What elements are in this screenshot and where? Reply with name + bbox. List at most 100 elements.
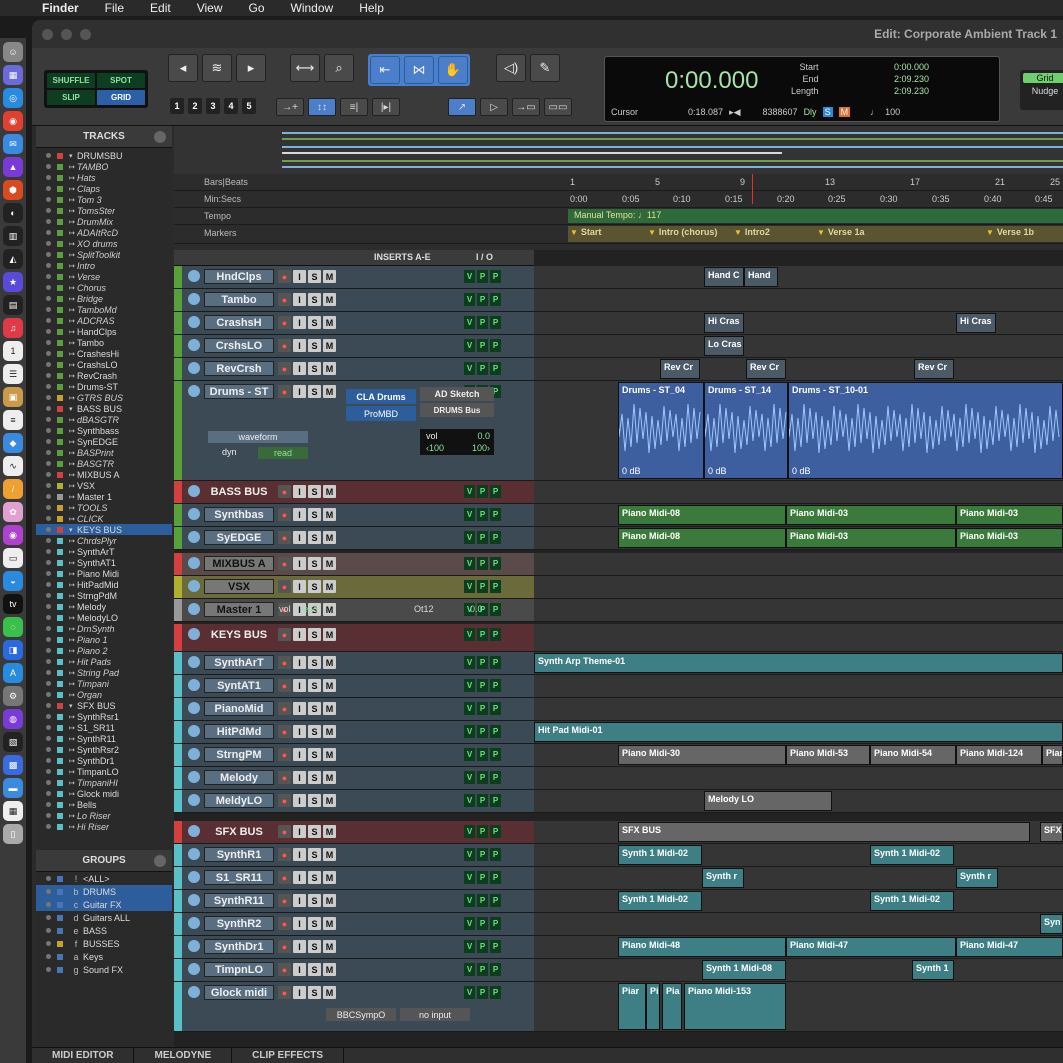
show-hide-dot[interactable]	[46, 153, 51, 158]
track-list-item[interactable]: ↦ ADAItRcD	[36, 227, 172, 238]
track-list-item[interactable]: ↦ Hit Pads	[36, 656, 172, 667]
track-header[interactable]: Drums - ST●ISMVPPCLA DrumsProMBDAD Sketc…	[174, 381, 534, 481]
zoom-out-icon[interactable]: ◂	[168, 54, 198, 82]
menu-edit[interactable]: Edit	[137, 1, 184, 15]
length-value[interactable]: 2:09.230	[873, 85, 929, 97]
track-header[interactable]: VSX ● I S M V P P	[174, 576, 534, 599]
track-name[interactable]: StrngPM	[204, 747, 274, 762]
clip[interactable]: Synth Arp Theme-01	[534, 653, 1063, 673]
calendar-icon[interactable]: 1	[3, 341, 23, 361]
input-monitor-button[interactable]: I	[293, 917, 306, 930]
track-name[interactable]: CrshsLO	[204, 338, 274, 353]
mute-button[interactable]: M	[323, 485, 336, 498]
group-active-dot[interactable]	[46, 954, 51, 959]
solo-button[interactable]: S	[308, 848, 321, 861]
link-track-icon[interactable]: ≡|	[340, 98, 368, 116]
app-icon[interactable]: ◨	[3, 640, 23, 660]
pan-right-value[interactable]: 100›	[472, 443, 490, 453]
show-hide-dot[interactable]	[46, 560, 51, 565]
track-lane[interactable]: Hand C Hand	[534, 266, 1063, 289]
zoom-value[interactable]: 100	[885, 107, 900, 117]
voice-indicator[interactable]: V	[464, 825, 475, 838]
track-list-item[interactable]: ↦ RevCrash	[36, 370, 172, 381]
track-name[interactable]: Tambo	[204, 292, 274, 307]
group-active-dot[interactable]	[46, 967, 51, 972]
solo-button[interactable]: S	[308, 986, 321, 999]
mute-button[interactable]: M	[323, 679, 336, 692]
trim-tool-icon[interactable]: ⇤	[370, 56, 400, 84]
app-icon[interactable]: ▤	[3, 295, 23, 315]
show-hide-dot[interactable]	[46, 252, 51, 257]
pan-indicator[interactable]: P	[490, 339, 501, 352]
vol-value[interactable]: 0.0	[477, 431, 490, 441]
track-name[interactable]: SynthR2	[204, 916, 274, 931]
clip-gain[interactable]: 0 dB	[622, 466, 641, 476]
track-lane[interactable]: SFX BUS SFX	[534, 821, 1063, 844]
track-lane[interactable]: Hit Pad Midi-01	[534, 721, 1063, 744]
clip[interactable]: Piar	[618, 983, 646, 1030]
clip[interactable]: Piano Midi-48	[618, 937, 786, 957]
track-header[interactable]: Glock midi ● I S M V P P BBCSympO no input	[174, 982, 534, 1032]
track-header[interactable]: SFX BUS ● I S M V P P	[174, 821, 534, 844]
track-lane[interactable]	[534, 289, 1063, 312]
clip[interactable]: Synth 1 Midi-02	[870, 845, 954, 865]
track-list-item[interactable]: ↦ Verse	[36, 271, 172, 282]
record-arm-button[interactable]: ●	[278, 339, 291, 352]
track-name[interactable]: Master 1	[204, 602, 274, 617]
track-lane[interactable]: Synth 1 Midi-08 Synth 1	[534, 959, 1063, 982]
input-monitor-button[interactable]: I	[293, 725, 306, 738]
pan-indicator[interactable]: P	[477, 748, 488, 761]
pan-indicator[interactable]: P	[477, 871, 488, 884]
track-lane[interactable]	[534, 698, 1063, 721]
input-monitor-button[interactable]: I	[293, 385, 306, 398]
clip[interactable]: Piano Midi-03	[956, 505, 1063, 525]
voice-indicator[interactable]: V	[464, 963, 475, 976]
mute-button[interactable]: M	[323, 316, 336, 329]
pan-indicator[interactable]: P	[477, 771, 488, 784]
solo-indicator[interactable]: S	[822, 107, 833, 117]
track-lane[interactable]: Synth r Synth r	[534, 867, 1063, 890]
zoom-preset-2[interactable]: 2	[188, 98, 202, 114]
record-arm-button[interactable]: ●	[278, 270, 291, 283]
insert-slot-a[interactable]: CLA Drums	[346, 389, 416, 404]
show-hide-dot[interactable]	[46, 472, 51, 477]
automation-follows-icon[interactable]: ↗	[448, 98, 476, 116]
track-lane[interactable]	[534, 675, 1063, 698]
track-header[interactable]: MeldyLO ● I S M V P P	[174, 790, 534, 813]
clip[interactable]: Synth 1 Midi-02	[618, 891, 702, 911]
clip[interactable]: Piano Midi-03	[786, 505, 956, 525]
track-list-item[interactable]: ↦ Piano 2	[36, 645, 172, 656]
marker-intro2[interactable]: Intro2	[734, 227, 770, 237]
show-hide-dot[interactable]	[46, 527, 51, 532]
show-hide-dot[interactable]	[46, 615, 51, 620]
show-hide-dot[interactable]	[46, 802, 51, 807]
show-hide-dot[interactable]	[46, 208, 51, 213]
mute-indicator[interactable]: M	[838, 107, 851, 117]
show-hide-dot[interactable]	[46, 384, 51, 389]
menu-go[interactable]: Go	[236, 1, 278, 15]
solo-button[interactable]: S	[308, 917, 321, 930]
tab-midi-editor[interactable]: MIDI EDITOR	[32, 1048, 135, 1063]
pan-indicator[interactable]: P	[490, 628, 501, 641]
start-value[interactable]: 0:00.000	[873, 61, 929, 73]
show-hide-dot[interactable]	[46, 648, 51, 653]
pan-indicator[interactable]: P	[477, 848, 488, 861]
track-name[interactable]: S1_SR11	[204, 870, 274, 885]
app-icon[interactable]: ▩	[3, 755, 23, 775]
track-name[interactable]: Drums - ST	[204, 384, 274, 399]
record-arm-button[interactable]: ●	[278, 385, 291, 398]
app-icon[interactable]: ▲	[3, 157, 23, 177]
finder-icon[interactable]: ☺	[3, 42, 23, 62]
input-monitor-button[interactable]: I	[293, 771, 306, 784]
track-list-item[interactable]: ↦ XO drums	[36, 238, 172, 249]
track-header[interactable]: SynthR2 ● I S M V P P	[174, 913, 534, 936]
app-icon[interactable]: ◒	[3, 571, 23, 591]
vol-value[interactable]: 0.0	[470, 604, 483, 614]
input-selector[interactable]: no input	[400, 1008, 470, 1021]
pan-left-value[interactable]: ‹100	[426, 443, 444, 453]
app-icon[interactable]: ▦	[3, 801, 23, 821]
menu-help[interactable]: Help	[346, 1, 397, 15]
track-name[interactable]: KEYS BUS	[204, 627, 274, 642]
track-options-icon[interactable]	[188, 270, 200, 282]
clip[interactable]: SFX	[1040, 822, 1063, 842]
